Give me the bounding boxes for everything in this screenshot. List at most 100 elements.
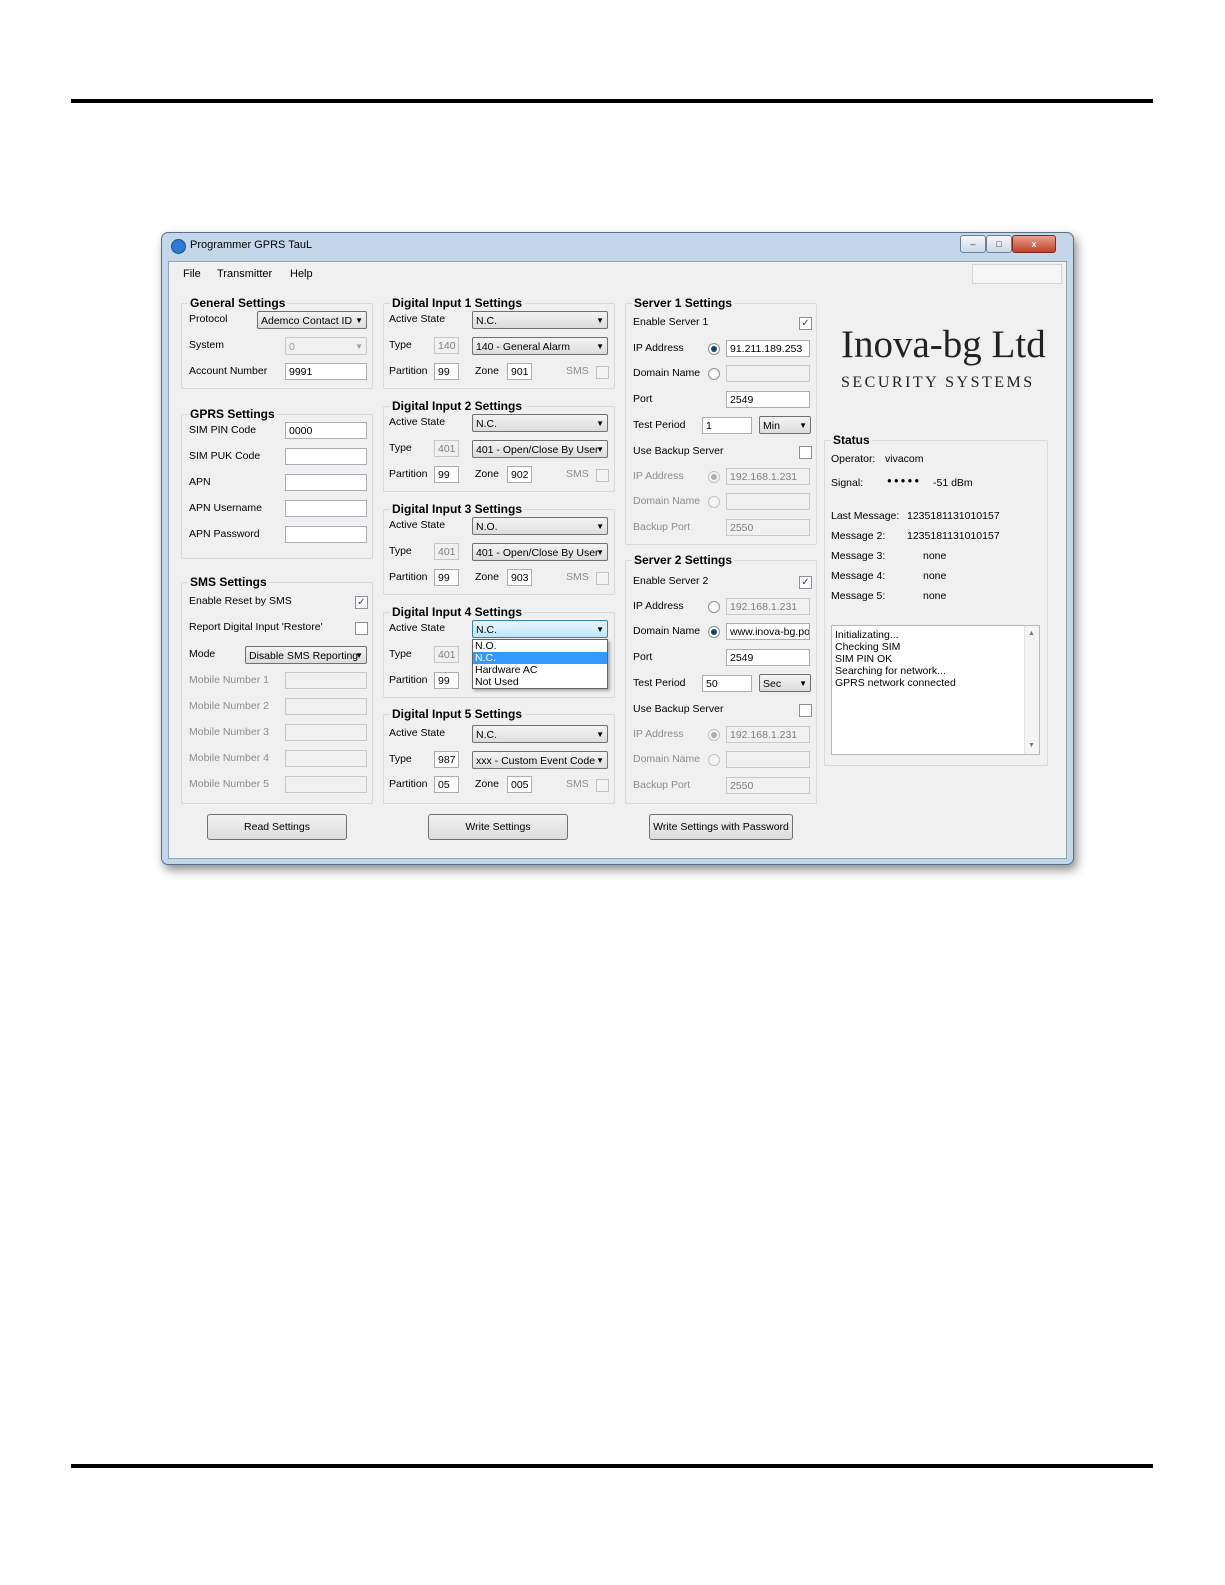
- apn-password-input[interactable]: [285, 526, 367, 543]
- scroll-up-icon[interactable]: ▲: [1028, 628, 1035, 640]
- chevron-down-icon: ▼: [596, 756, 604, 765]
- server1-port-input[interactable]: 2549: [726, 391, 810, 408]
- dropdown-option[interactable]: N.O.: [473, 640, 607, 652]
- server1-test-unit-select[interactable]: Min ▼: [759, 416, 811, 434]
- din5-partition-input[interactable]: 05: [434, 776, 459, 793]
- report-restore-checkbox[interactable]: [355, 622, 368, 635]
- chevron-down-icon: ▼: [596, 548, 604, 557]
- system-select[interactable]: 0 ▼: [285, 337, 367, 355]
- dropdown-option-selected[interactable]: N.C.: [473, 652, 607, 664]
- log-scrollbar[interactable]: ▲ ▼: [1024, 626, 1039, 754]
- operator-value: vivacom: [885, 453, 924, 465]
- server2-backup-ip-input[interactable]: 192.168.1.231: [726, 726, 810, 743]
- enable-server-2-checkbox[interactable]: ✓: [799, 576, 812, 589]
- din5-zone-input[interactable]: 005: [507, 776, 532, 793]
- din1-partition-input[interactable]: 99: [434, 363, 459, 380]
- protocol-select[interactable]: Ademco Contact ID ▼: [257, 311, 367, 329]
- partition-label: Partition: [389, 778, 428, 790]
- din5-type-code[interactable]: 987: [434, 751, 459, 768]
- apn-username-input[interactable]: [285, 500, 367, 517]
- din3-type-select[interactable]: 401 - Open/Close By User ▼: [472, 543, 608, 561]
- server1-backup-domain-input[interactable]: [726, 493, 810, 510]
- mobile-number-2-input[interactable]: [285, 698, 367, 715]
- server1-domain-radio[interactable]: [708, 368, 720, 380]
- sms-mode-value: Disable SMS Reporting: [249, 650, 359, 662]
- maximize-button[interactable]: □: [986, 235, 1012, 253]
- server1-ip-input[interactable]: 91.211.189.253: [726, 340, 810, 357]
- menu-transmitter[interactable]: Transmitter: [217, 268, 272, 280]
- minimize-button[interactable]: –: [960, 235, 986, 253]
- mobile-number-5-label: Mobile Number 5: [189, 778, 269, 790]
- server2-backup-domain-input[interactable]: [726, 751, 810, 768]
- partition-label: Partition: [389, 365, 428, 377]
- type-label: Type: [389, 339, 412, 351]
- din4-partition-input[interactable]: 99: [434, 672, 459, 689]
- close-button[interactable]: x: [1012, 235, 1056, 253]
- din4-active-state-value: N.C.: [476, 624, 497, 636]
- din3-active-state-select[interactable]: N.O. ▼: [472, 517, 608, 535]
- account-number-input[interactable]: 9991: [285, 363, 367, 380]
- mobile-number-1-input[interactable]: [285, 672, 367, 689]
- server2-domain-input[interactable]: www.inova-bg.pov: [726, 623, 810, 640]
- din1-sms-checkbox[interactable]: [596, 366, 609, 379]
- message-3-label: Message 3:: [831, 550, 886, 562]
- din2-partition-input[interactable]: 99: [434, 466, 459, 483]
- apn-input[interactable]: [285, 474, 367, 491]
- menu-help[interactable]: Help: [290, 268, 313, 280]
- menu-file[interactable]: File: [183, 268, 201, 280]
- server1-backup-ip-input[interactable]: 192.168.1.231: [726, 468, 810, 485]
- din2-type-select[interactable]: 401 - Open/Close By User ▼: [472, 440, 608, 458]
- din4-active-state-select[interactable]: N.C. ▼: [472, 620, 608, 638]
- dropdown-option[interactable]: Not Used: [473, 676, 607, 688]
- write-settings-button[interactable]: Write Settings: [428, 814, 568, 840]
- write-settings-password-button[interactable]: Write Settings with Password: [649, 814, 793, 840]
- server2-test-unit-select[interactable]: Sec ▼: [759, 674, 811, 692]
- read-settings-button[interactable]: Read Settings: [207, 814, 347, 840]
- status-log[interactable]: Initializating... Checking SIM SIM PIN O…: [831, 625, 1040, 755]
- sim-puk-input[interactable]: [285, 448, 367, 465]
- din2-sms-checkbox[interactable]: [596, 469, 609, 482]
- mobile-number-4-input[interactable]: [285, 750, 367, 767]
- server2-port-input[interactable]: 2549: [726, 649, 810, 666]
- din1-type-value: 140 - General Alarm: [476, 341, 570, 353]
- scroll-down-icon[interactable]: ▼: [1028, 740, 1035, 752]
- mobile-number-3-input[interactable]: [285, 724, 367, 741]
- server1-domain-input[interactable]: [726, 365, 810, 382]
- server1-test-period-input[interactable]: 1: [702, 417, 752, 434]
- dropdown-option[interactable]: Hardware AC: [473, 664, 607, 676]
- title-bar[interactable]: Programmer GPRS TauL – □ x: [162, 233, 1073, 259]
- server2-test-period-input[interactable]: 50: [702, 675, 752, 692]
- din1-zone-input[interactable]: 901: [507, 363, 532, 380]
- din3-sms-checkbox[interactable]: [596, 572, 609, 585]
- din5-active-state-select[interactable]: N.C. ▼: [472, 725, 608, 743]
- server1-ip-radio[interactable]: [708, 343, 720, 355]
- apn-password-label: APN Password: [189, 528, 260, 540]
- server2-backup-port-input[interactable]: 2550: [726, 777, 810, 794]
- server2-backup-domain-radio[interactable]: [708, 754, 720, 766]
- server2-ip-radio[interactable]: [708, 601, 720, 613]
- sms-mode-select[interactable]: Disable SMS Reporting ▼: [245, 646, 367, 664]
- server2-ip-input[interactable]: 192.168.1.231: [726, 598, 810, 615]
- zone-label: Zone: [475, 365, 499, 377]
- din3-zone-input[interactable]: 903: [507, 569, 532, 586]
- server1-backup-checkbox[interactable]: [799, 446, 812, 459]
- enable-server-1-checkbox[interactable]: ✓: [799, 317, 812, 330]
- din1-active-state-select[interactable]: N.C. ▼: [472, 311, 608, 329]
- active-state-label: Active State: [389, 416, 446, 428]
- enable-reset-sms-checkbox[interactable]: ✓: [355, 596, 368, 609]
- server2-backup-checkbox[interactable]: [799, 704, 812, 717]
- mobile-number-5-input[interactable]: [285, 776, 367, 793]
- server2-domain-radio[interactable]: [708, 626, 720, 638]
- server2-backup-ip-radio[interactable]: [708, 729, 720, 741]
- server1-test-unit-value: Min: [763, 420, 780, 432]
- server1-backup-domain-radio[interactable]: [708, 496, 720, 508]
- din2-zone-input[interactable]: 902: [507, 466, 532, 483]
- server1-backup-port-input[interactable]: 2550: [726, 519, 810, 536]
- din1-type-select[interactable]: 140 - General Alarm ▼: [472, 337, 608, 355]
- server1-backup-ip-radio[interactable]: [708, 471, 720, 483]
- sim-pin-input[interactable]: 0000: [285, 422, 367, 439]
- din3-partition-input[interactable]: 99: [434, 569, 459, 586]
- din2-active-state-select[interactable]: N.C. ▼: [472, 414, 608, 432]
- din5-sms-checkbox[interactable]: [596, 779, 609, 792]
- din5-type-select[interactable]: xxx - Custom Event Code ▼: [472, 751, 608, 769]
